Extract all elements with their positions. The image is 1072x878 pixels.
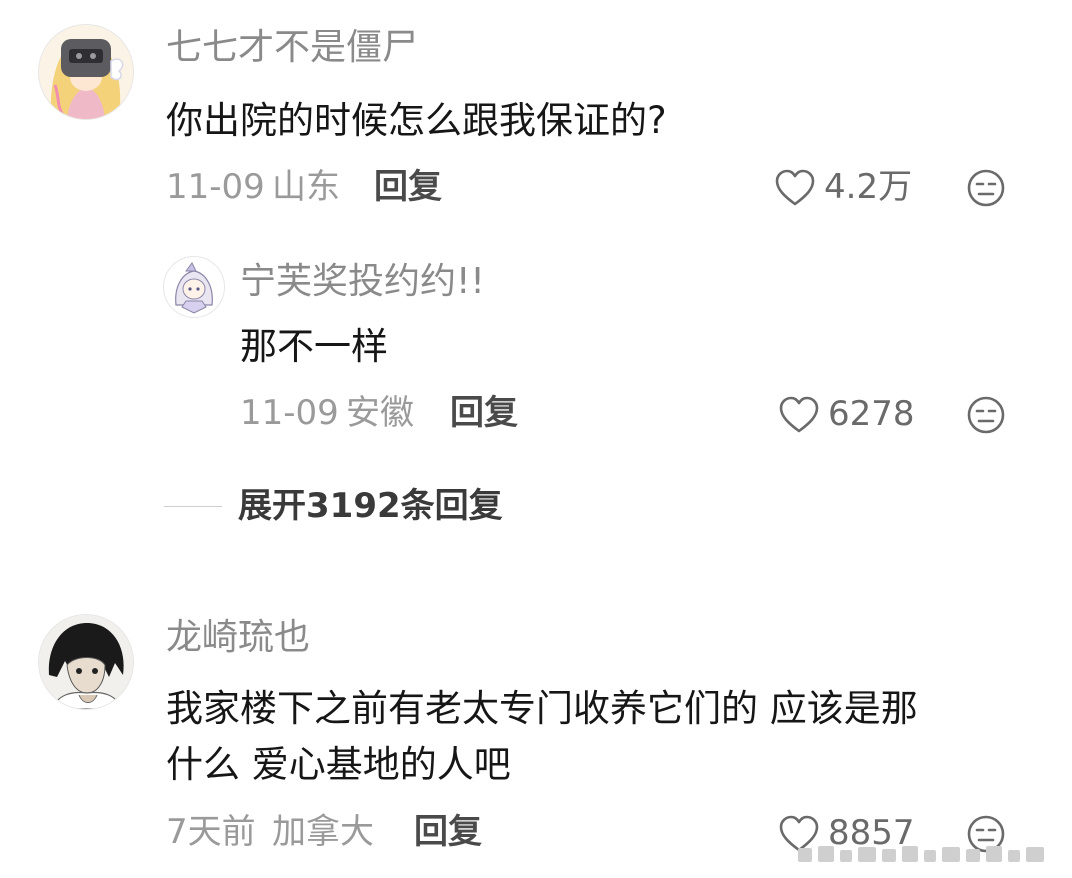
comment-text-line-2: 什么 爱心基地的人吧 — [166, 743, 511, 786]
expand-replies-button[interactable]: 展开3192条回复 — [238, 489, 503, 523]
expand-divider — [164, 506, 222, 507]
chibi-anime-avatar — [164, 257, 224, 317]
reply-button[interactable]: 回复 — [374, 170, 442, 204]
reply-button[interactable]: 回复 — [450, 396, 518, 430]
like-count: 4.2万 — [824, 167, 913, 207]
reply-username[interactable]: 宁芙奖投约约!! — [240, 264, 485, 300]
avatar[interactable] — [163, 256, 225, 318]
reply-button[interactable]: 回复 — [414, 815, 482, 849]
heart-outline-icon[interactable] — [778, 395, 820, 435]
watermark-decoration — [798, 846, 1044, 862]
heart-outline-icon[interactable] — [774, 168, 816, 208]
reply-text: 那不一样 — [240, 325, 388, 368]
neutral-face-icon[interactable] — [966, 395, 1006, 435]
reply-location: 安徽 — [346, 393, 414, 433]
comment-username[interactable]: 七七才不是僵尸 — [166, 30, 418, 66]
like-count: 6278 — [828, 394, 915, 434]
reply-date: 11-09 — [240, 393, 339, 433]
comment-date: 11-09 — [166, 167, 265, 207]
avatar[interactable] — [38, 614, 134, 710]
comment-date: 7天前 — [166, 812, 256, 852]
comment-text: 你出院的时候怎么跟我保证的? — [166, 99, 667, 142]
comment-location: 山东 — [272, 167, 340, 207]
comment-text-line-1: 我家楼下之前有老太专门收养它们的 应该是那 — [166, 687, 918, 730]
avatar[interactable] — [38, 24, 134, 120]
comment-location: 加拿大 — [272, 812, 374, 852]
dark-haired-man-avatar — [39, 615, 133, 709]
comment-username[interactable]: 龙崎琉也 — [166, 620, 310, 656]
neutral-face-icon[interactable] — [966, 168, 1006, 208]
armored-anime-girl-avatar — [39, 25, 133, 119]
